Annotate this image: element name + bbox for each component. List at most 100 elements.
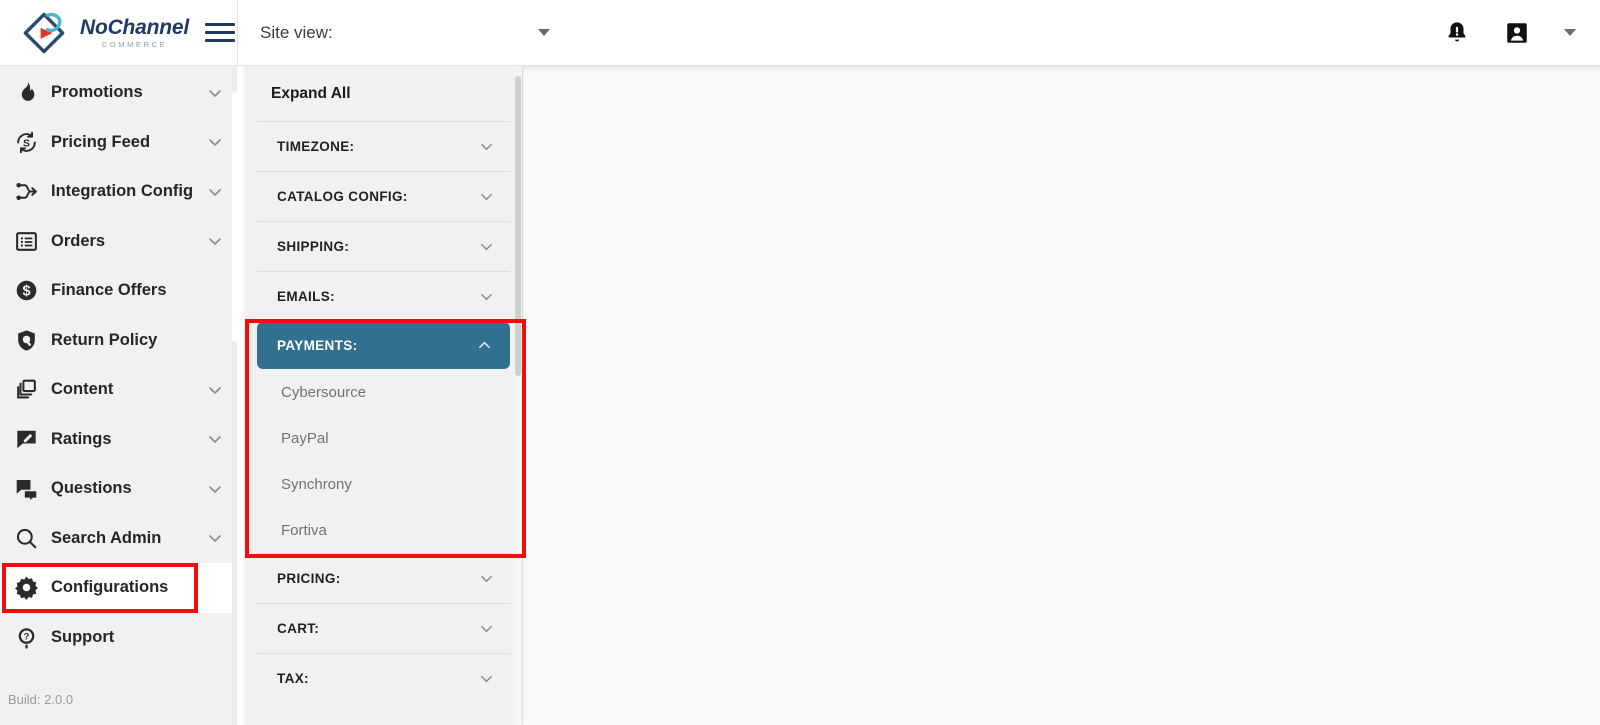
- sidebar-item-orders[interactable]: Orders: [0, 217, 237, 267]
- site-view-label: Site view:: [260, 22, 333, 42]
- chevron-down-icon: [481, 625, 492, 633]
- top-bar: NoChannel COMMERCE Site view:: [0, 0, 1600, 66]
- sidebar-item-search-admin[interactable]: Search Admin: [0, 514, 237, 564]
- app-root: NoChannel COMMERCE Site view: Promotions…: [0, 0, 1600, 725]
- sidebar-item-label: Search Admin: [51, 528, 162, 547]
- config-section-pricing[interactable]: PRICING:: [245, 554, 522, 603]
- config-section-label: CATALOG CONFIG:: [277, 189, 408, 204]
- sidebar-item-return-policy[interactable]: Return Policy: [0, 316, 237, 366]
- help-circle-icon: ?: [18, 627, 35, 649]
- sidebar-item-label: Return Policy: [51, 330, 158, 349]
- config-subitem-paypal[interactable]: PayPal: [245, 415, 522, 461]
- brand-zone: NoChannel COMMERCE: [0, 0, 237, 66]
- config-section-shipping[interactable]: SHIPPING:: [245, 222, 522, 271]
- svg-text:$: $: [22, 284, 30, 300]
- sidebar-item-finance-offers[interactable]: $ Finance Offers: [0, 266, 237, 316]
- sidebar-item-questions[interactable]: Questions: [0, 464, 237, 514]
- chevron-down-icon: [481, 243, 492, 251]
- sidebar-scrollbar-thumb[interactable]: [232, 92, 237, 342]
- config-section-cart[interactable]: CART:: [245, 604, 522, 653]
- account-caret-down-icon[interactable]: [1564, 29, 1576, 36]
- config-section-payments[interactable]: PAYMENTS:: [257, 322, 510, 369]
- chevron-down-icon: [481, 193, 492, 201]
- chevron-down-icon: [209, 436, 221, 444]
- price-refresh-icon: S: [17, 131, 36, 154]
- sidebar-item-label: Pricing Feed: [51, 132, 151, 151]
- sidebar-item-promotions[interactable]: Promotions: [0, 68, 237, 118]
- sidebar-item-configurations[interactable]: Configurations: [0, 563, 237, 613]
- config-section-label: SHIPPING:: [277, 239, 350, 254]
- hamburger-bar: [205, 23, 236, 26]
- sidebar-item-label: Configurations: [51, 578, 169, 597]
- configurations-scroll-area: Expand All TIMEZONE: CATALOG CONFIG: SHI…: [245, 66, 522, 703]
- nochannel-logo-icon: [23, 12, 65, 53]
- topbar-actions: [1444, 0, 1600, 66]
- expand-all-button[interactable]: Expand All: [245, 66, 522, 121]
- caret-down-icon: [538, 29, 550, 36]
- config-section-label: PAYMENTS:: [277, 338, 358, 353]
- sidebar-item-label: Questions: [51, 479, 132, 498]
- config-section-label: CART:: [277, 621, 320, 636]
- config-subitem-fortiva[interactable]: Fortiva: [245, 507, 522, 553]
- sidebar-scrollbar-track[interactable]: [232, 66, 237, 725]
- sidebar-item-ratings[interactable]: Ratings: [0, 415, 237, 465]
- config-panel-scrollbar-track[interactable]: [514, 66, 522, 725]
- sidebar-item-pricing-feed[interactable]: S Pricing Feed: [0, 118, 237, 168]
- svg-text:S: S: [23, 138, 30, 149]
- chevron-up-icon: [479, 341, 490, 349]
- sidebar-item-label: Content: [51, 380, 114, 399]
- chevron-down-icon: [209, 535, 221, 543]
- sidebar-item-label: Promotions: [51, 83, 143, 102]
- sidebar-item-label: Ratings: [51, 429, 112, 448]
- chevron-down-icon: [209, 139, 221, 147]
- chevron-down-icon: [481, 143, 492, 151]
- ratings-icon: [17, 430, 36, 448]
- config-section-timezone[interactable]: TIMEZONE:: [245, 122, 522, 171]
- brand-name: NoChannel: [80, 15, 190, 39]
- sidebar-item-label: Integration Config: [51, 182, 194, 201]
- sidebar-item-content[interactable]: Content: [0, 365, 237, 415]
- config-section-label: EMAILS:: [277, 289, 335, 304]
- config-panel-scrollbar-thumb[interactable]: [515, 76, 521, 376]
- config-subitem-cybersource[interactable]: Cybersource: [245, 369, 522, 415]
- chevron-down-icon: [209, 89, 221, 97]
- config-subitem-synchrony[interactable]: Synchrony: [245, 461, 522, 507]
- chevron-down-icon: [481, 293, 492, 301]
- hamburger-menu-icon[interactable]: [205, 18, 236, 48]
- questions-icon: [16, 480, 37, 501]
- left-sidebar: Promotions S Pricing Feed Integration Co…: [0, 66, 237, 725]
- config-section-emails[interactable]: EMAILS:: [245, 272, 522, 321]
- svg-text:?: ?: [24, 631, 30, 641]
- dollar-circle-icon: $: [16, 280, 37, 301]
- config-section-catalog-config[interactable]: CATALOG CONFIG:: [245, 172, 522, 221]
- user-account-icon[interactable]: [1504, 20, 1530, 46]
- sidebar-item-label: Support: [51, 627, 115, 646]
- sidebar-item-integration-config[interactable]: Integration Config: [0, 167, 237, 217]
- brand-wordmark: NoChannel COMMERCE: [80, 17, 189, 49]
- config-section-label: TIMEZONE:: [277, 139, 355, 154]
- content-pages-icon: [17, 379, 36, 399]
- config-section-tax[interactable]: TAX:: [245, 654, 522, 703]
- sidebar-item-label: Orders: [51, 231, 106, 250]
- sidebar-item-support[interactable]: ? Support: [0, 613, 237, 663]
- brand-tagline: COMMERCE: [101, 39, 168, 49]
- site-view-dropdown[interactable]: Site view:: [238, 0, 568, 66]
- sidebar-item-label: Finance Offers: [51, 281, 167, 300]
- orders-list-icon: [16, 231, 37, 251]
- chevron-down-icon: [209, 238, 221, 246]
- config-section-label: TAX:: [277, 671, 309, 686]
- main-content-area: [522, 66, 1600, 725]
- hamburger-bar: [205, 31, 236, 34]
- shield-return-icon: [18, 330, 35, 351]
- config-section-label: PRICING:: [277, 571, 341, 586]
- chevron-down-icon: [209, 485, 221, 493]
- build-version-label: Build: 2.0.0: [8, 692, 74, 707]
- chevron-down-icon: [481, 675, 492, 683]
- integration-icon: [16, 183, 37, 201]
- search-icon: [16, 528, 37, 549]
- bell-alert-icon[interactable]: [1444, 20, 1470, 46]
- configurations-panel: Expand All TIMEZONE: CATALOG CONFIG: SHI…: [245, 66, 522, 725]
- chevron-down-icon: [481, 575, 492, 583]
- gear-icon: [15, 576, 38, 601]
- flame-icon: [21, 82, 35, 102]
